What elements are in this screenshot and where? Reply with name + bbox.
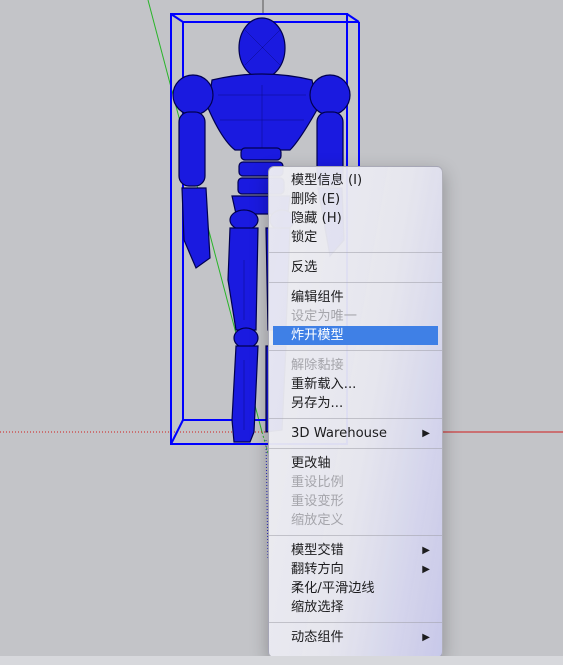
menu-item-label: 3D Warehouse <box>291 426 388 441</box>
menu-item-invert-selection[interactable]: 反选 <box>269 258 442 277</box>
mannequin-torso <box>207 73 319 151</box>
menu-item-zoom-selection[interactable]: 缩放选择 <box>269 598 442 617</box>
menu-item-label: 动态组件 <box>291 630 344 645</box>
menu-item-3d-warehouse[interactable]: 3D Warehouse ▶ <box>269 424 442 443</box>
menu-item-intersect-faces[interactable]: 模型交错 ▶ <box>269 541 442 560</box>
menu-item-edit-component[interactable]: 编辑组件 <box>269 288 442 307</box>
menu-separator <box>269 350 442 351</box>
menu-item-label: 模型交错 <box>291 543 344 558</box>
menu-item-scale-definition: 缩放定义 <box>291 513 344 528</box>
context-menu[interactable]: 模型信息 (I) 删除 (E) 隐藏 (H) 锁定 反选 编辑组件 设定为唯一 … <box>268 166 443 658</box>
menu-separator <box>269 282 442 283</box>
menu-item-reset-skew: 重设变形 <box>291 494 344 509</box>
menu-item-model-info[interactable]: 模型信息 (I) <box>269 171 442 190</box>
submenu-arrow-icon: ▶ <box>422 564 430 575</box>
menu-separator <box>269 622 442 623</box>
menu-item-dynamic-components[interactable]: 动态组件 ▶ <box>269 628 442 647</box>
menu-item-label: 翻转方向 <box>291 562 344 577</box>
submenu-arrow-icon: ▶ <box>422 632 430 643</box>
menu-item-reload[interactable]: 重新载入... <box>269 375 442 394</box>
mannequin-left-thigh <box>227 227 259 331</box>
menu-separator <box>269 252 442 253</box>
status-bar-edge <box>0 656 563 665</box>
menu-separator <box>269 535 442 536</box>
menu-item-delete[interactable]: 删除 (E) <box>269 190 442 209</box>
mannequin-left-shoulder <box>172 74 214 116</box>
mannequin-left-upper-arm <box>178 111 206 187</box>
menu-separator <box>269 418 442 419</box>
menu-item-flip-along[interactable]: 翻转方向 ▶ <box>269 560 442 579</box>
menu-separator <box>269 448 442 449</box>
menu-item-unglue: 解除黏接 <box>291 358 344 373</box>
menu-item-soften-smooth-edges[interactable]: 柔化/平滑边线 <box>269 579 442 598</box>
mannequin-left-shin <box>231 345 259 443</box>
menu-item-make-unique: 设定为唯一 <box>291 309 357 324</box>
menu-item-lock[interactable]: 锁定 <box>269 228 442 247</box>
submenu-arrow-icon: ▶ <box>422 428 430 439</box>
menu-item-change-axes[interactable]: 更改轴 <box>269 454 442 473</box>
menu-item-explode[interactable]: 炸开模型 <box>273 326 438 345</box>
menu-item-hide[interactable]: 隐藏 (H) <box>269 209 442 228</box>
mannequin-left-forearm <box>181 187 211 269</box>
mannequin-right-shoulder <box>309 74 351 116</box>
menu-item-reset-scale: 重设比例 <box>291 475 344 490</box>
submenu-arrow-icon: ▶ <box>422 545 430 556</box>
menu-item-save-as[interactable]: 另存为... <box>269 394 442 413</box>
